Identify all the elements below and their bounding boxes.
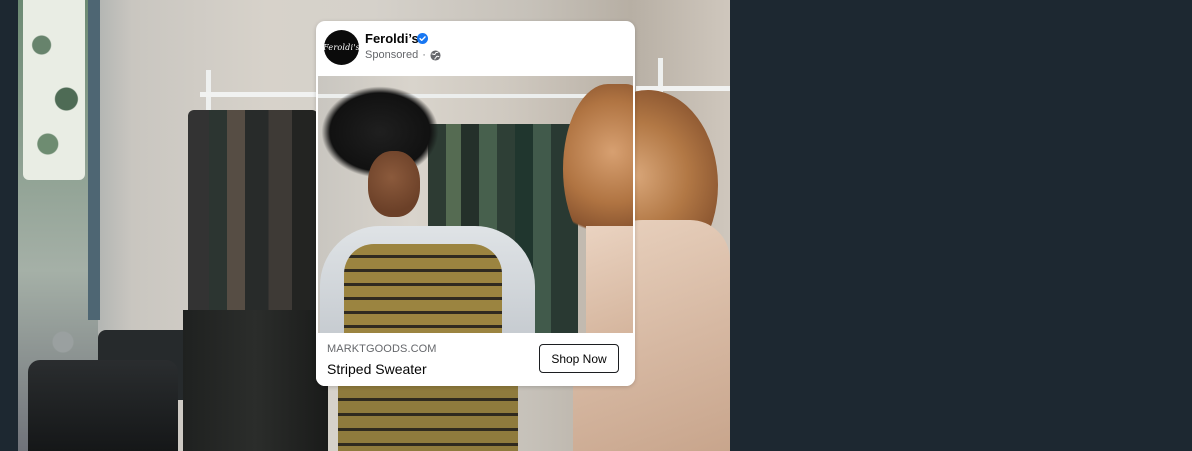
verified-badge-icon	[417, 33, 428, 44]
shopping-bag-front	[28, 360, 178, 451]
ad-image[interactable]	[318, 76, 633, 333]
sponsored-ad-card[interactable]: Feroldi's Feroldi’s Sponsored · MARKTGOO…	[316, 21, 635, 386]
shop-now-button[interactable]: Shop Now	[539, 344, 619, 373]
floral-lamp-shade	[23, 0, 85, 180]
globe-icon	[430, 49, 441, 61]
sponsored-label[interactable]: Sponsored	[365, 49, 418, 61]
advertiser-name[interactable]: Feroldi’s	[365, 31, 419, 46]
ad-header: Feroldi's Feroldi’s Sponsored ·	[316, 21, 635, 76]
advertiser-logo[interactable]: Feroldi's	[323, 30, 360, 65]
link-headline[interactable]: Striped Sweater	[327, 361, 427, 377]
clothing-rack-bar	[200, 92, 330, 97]
striped-sweater-hem	[338, 386, 518, 451]
dark-pants-on-hanger	[183, 310, 328, 451]
image-model-face	[368, 151, 420, 217]
meta-separator: ·	[422, 49, 426, 61]
image-friend-cardigan	[586, 226, 633, 333]
advertiser-logo-wordmark: Feroldi's	[323, 43, 360, 52]
ad-footer[interactable]: MARKTGOODS.COM Striped Sweater Shop Now	[316, 333, 635, 386]
link-domain: MARKTGOODS.COM	[327, 343, 437, 355]
image-striped-sweater	[344, 244, 502, 333]
hanging-clothes-left	[188, 110, 318, 340]
background-door-frame	[88, 0, 100, 320]
sponsored-meta: Sponsored ·	[365, 49, 441, 61]
